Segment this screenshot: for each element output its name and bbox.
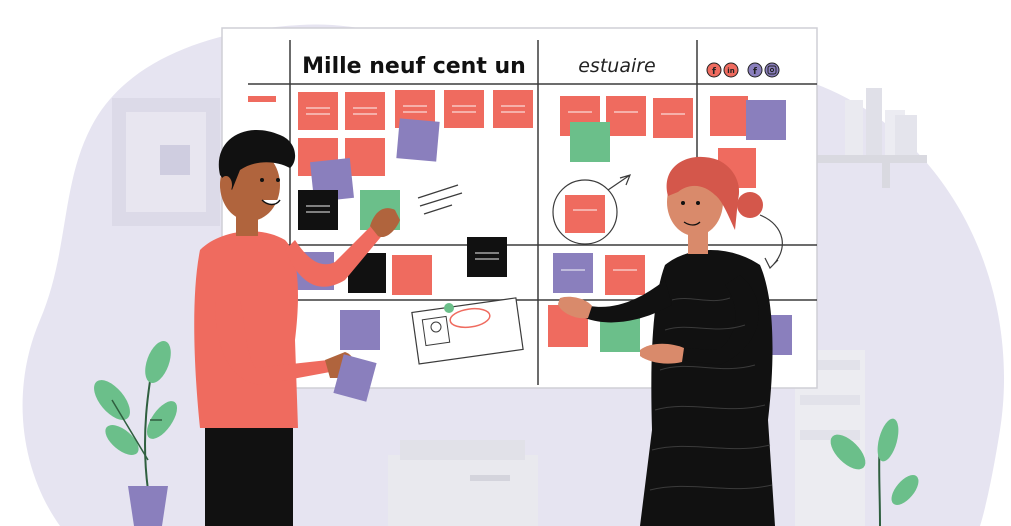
sticky-note [653, 98, 693, 138]
sticky-note [340, 310, 380, 350]
sticky-note [298, 92, 338, 130]
sticky-note [396, 118, 440, 162]
brand-logo-text: estuaire [578, 55, 656, 77]
svg-text:f: f [712, 67, 716, 77]
sticky-note [710, 96, 748, 136]
board-title: Mille neuf cent un [302, 54, 526, 79]
sticky-note [392, 255, 432, 295]
sticky-note [553, 253, 593, 293]
linkedin-icon: in [723, 62, 739, 78]
sticky-note [345, 92, 385, 130]
sticky-note [565, 195, 605, 233]
facebook-icon: f [747, 62, 763, 78]
sticky-note [570, 122, 610, 162]
sticky-note [444, 90, 484, 128]
sticky-note [467, 237, 507, 277]
wall-frame [112, 98, 220, 226]
instagram-icon [764, 62, 780, 78]
svg-text:in: in [727, 67, 734, 75]
facebook-icon: f [706, 62, 722, 78]
sticky-note [606, 96, 646, 136]
printer [388, 440, 538, 526]
sticky-note [605, 255, 645, 295]
illustration-scene: Mille neuf cent un estuaire f in f [22, 24, 1005, 526]
svg-text:f: f [753, 67, 757, 77]
sticky-note [493, 90, 533, 128]
sticky-note [746, 100, 786, 140]
sticky-note [298, 190, 338, 230]
